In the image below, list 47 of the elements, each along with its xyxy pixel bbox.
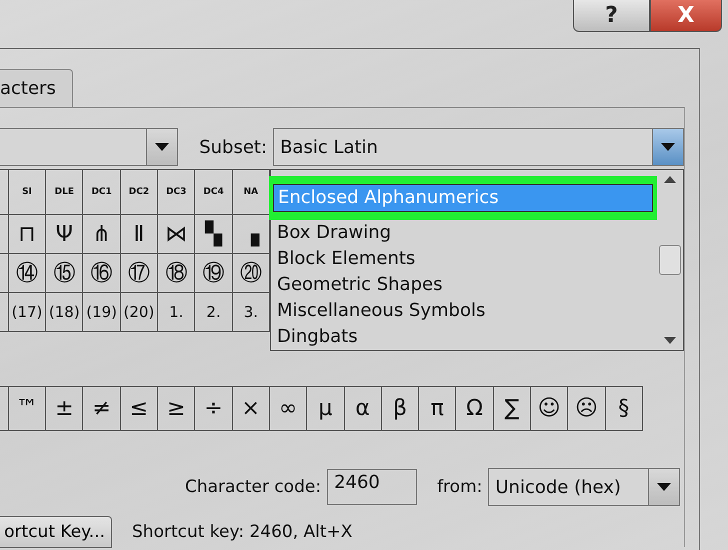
dialog-tab[interactable]: acters: [0, 69, 73, 107]
scroll-down-icon[interactable]: [664, 337, 676, 344]
list-item[interactable]: Geometric Shapes: [273, 272, 653, 298]
symbol-cell[interactable]: ⑱: [158, 254, 196, 292]
symbol-cell[interactable]: ⑰: [120, 254, 158, 292]
symbol-cell[interactable]: ⑮: [46, 254, 84, 292]
scroll-up-icon[interactable]: [664, 176, 676, 183]
symbol-cell[interactable]: ⋔: [83, 215, 121, 253]
list-item[interactable]: Box Drawing: [273, 220, 653, 246]
symbol-cell[interactable]: ⋈: [158, 215, 196, 253]
symbol-cell[interactable]: ⊓: [8, 215, 46, 253]
symbol-cell[interactable]: DC1: [83, 170, 121, 214]
symbol-cell[interactable]: Ⅱ: [120, 215, 158, 253]
symbol-cell[interactable]: (18): [46, 293, 84, 331]
symbol-cell[interactable]: DLE: [46, 170, 84, 214]
help-button[interactable]: ?: [573, 0, 650, 32]
character-code-field[interactable]: 2460: [327, 469, 418, 505]
symbol-cell[interactable]: (20): [120, 293, 158, 331]
symbol-cell[interactable]: 1.: [158, 293, 196, 331]
font-dropdown[interactable]: [0, 128, 178, 166]
symbol-cell[interactable]: DC4: [195, 170, 233, 214]
close-button[interactable]: X: [650, 0, 722, 32]
caret-icon: [657, 483, 672, 491]
symbol-cell[interactable]: (17): [8, 293, 46, 331]
shortcut-text: Shortcut key: 2460, Alt+X: [132, 522, 352, 542]
symbol-cell[interactable]: (19): [83, 293, 121, 331]
shortcut-key-button[interactable]: ortcut Key...: [0, 516, 112, 548]
symbol-cell[interactable]: ▚: [195, 215, 233, 253]
scrollbar-thumb[interactable]: [659, 245, 681, 275]
list-item[interactable]: Dingbats: [273, 324, 653, 350]
symbol-cell[interactable]: DC3: [158, 170, 196, 214]
character-code-label: Character code:: [185, 477, 322, 497]
caret-icon: [661, 143, 675, 151]
caret-icon: [155, 143, 170, 151]
symbol-cell[interactable]: ⑲: [195, 254, 233, 292]
symbol-cell[interactable]: SI: [8, 170, 46, 214]
from-label: from:: [437, 477, 482, 497]
symbol-cell[interactable]: Ψ: [46, 215, 84, 253]
subset-label: Subset:: [199, 136, 268, 158]
symbol-cell[interactable]: ⑯: [83, 254, 121, 292]
subset-dropdown[interactable]: Basic Latin: [273, 128, 684, 166]
symbol-cell[interactable]: ⑭: [8, 254, 46, 292]
list-item[interactable]: Miscellaneous Symbols: [273, 298, 653, 324]
from-dropdown[interactable]: Unicode (hex): [488, 468, 680, 506]
symbol-cell[interactable]: DC2: [120, 170, 158, 214]
list-item[interactable]: Block Elements: [273, 246, 653, 272]
symbol-cell[interactable]: 2.: [195, 293, 233, 331]
